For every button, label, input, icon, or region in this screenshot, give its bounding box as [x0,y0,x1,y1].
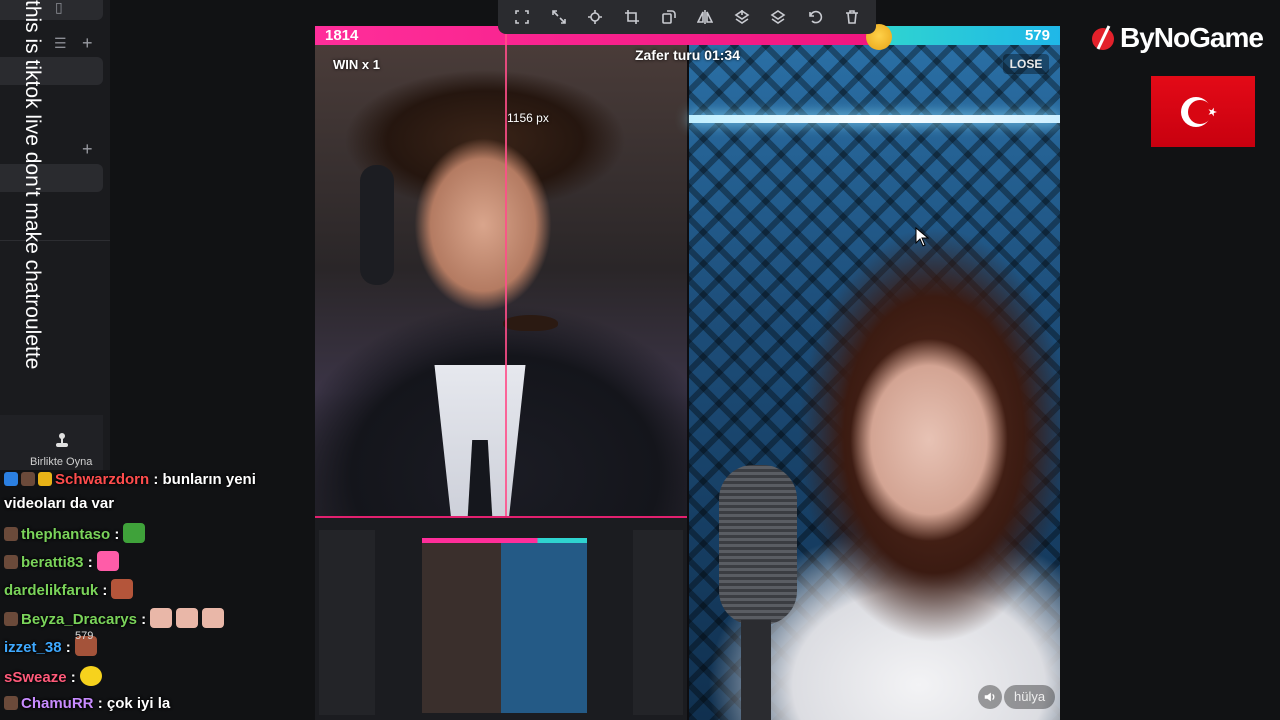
chat-message: Schwarzdorn : bunların yeni [4,470,256,490]
smiley-emote-icon [79,666,102,686]
score-left: 1814 [325,27,359,44]
overlay-caption: this is tiktok live don't make chatroule… [21,0,44,370]
mustache [503,315,558,331]
headphones [360,165,394,285]
chat-message: ChamuRR : çok iyi la [4,694,170,714]
chat-text: : [87,554,93,571]
crescent-star-icon [1181,96,1217,127]
fit-icon[interactable] [511,6,533,28]
speaker-icon [984,692,995,702]
hand-emote-icon [176,608,199,628]
undo-icon[interactable] [804,6,826,28]
list-icon[interactable]: ☰ [54,36,67,50]
led-strip [689,115,1060,123]
chat-username[interactable]: Schwarzdorn [55,471,149,488]
expand-icon[interactable] [548,6,570,28]
chat-username[interactable]: Beyza_Dracarys [21,611,137,628]
sidebar-item[interactable] [0,57,103,85]
center-icon[interactable] [584,6,606,28]
avatar-badge-icon [4,555,18,569]
chat-panel: Schwarzdorn : bunların yeni videoları da… [0,468,300,720]
avatar-badge-icon [4,696,18,710]
divider [0,240,110,241]
chat-message-continuation: videoları da var [4,495,115,512]
lose-badge: LOSE [1003,54,1049,74]
preview-battle-feed [422,543,587,713]
crop-icon[interactable] [621,6,643,28]
sidebar-item[interactable] [0,0,103,20]
score-right: 579 [1024,27,1050,44]
chat-text: : bunların yeni [153,471,256,488]
chat-username[interactable]: dardelikfaruk [4,582,98,599]
stream-canvas[interactable]: 1814 579 [315,26,1060,720]
turkey-flag [1151,76,1255,147]
brand-logo: ByNoGame [1090,22,1264,54]
mirror-icon[interactable] [694,6,716,28]
chat-message: thephantaso : [4,523,146,545]
microphone [719,465,797,625]
tank-emote-icon [123,523,146,543]
delete-icon[interactable] [841,6,863,28]
chat-username[interactable]: thephantaso [21,526,110,543]
brand-name: ByNoGame [1120,22,1264,53]
bynogame-logo-icon [1092,25,1114,50]
round-timer: Zafer turu 01:34 [634,47,741,63]
joystick-icon [56,433,68,447]
add-icon[interactable]: + [82,34,93,52]
preview-sidebar [319,530,375,715]
mouse-cursor-icon [915,227,929,247]
sidebar-item[interactable] [0,164,103,192]
chat-message: beratti83 : [4,551,119,573]
chat-text: : [114,526,120,543]
chat-text: : çok iyi la [97,695,171,712]
chat-text: : [102,582,108,599]
hand-emote-icon [202,608,225,628]
moderator-badge-icon [4,472,18,486]
alignment-guide [505,26,507,516]
layer-up-icon[interactable] [731,6,753,28]
microphone-stand [741,620,771,720]
win-streak-label: WIN x 1 [333,57,380,72]
opponent-name-tag[interactable]: hülya [1004,685,1056,709]
opponent-camera-feed [689,45,1060,720]
rotate-icon[interactable] [658,6,680,28]
face-emote-icon [111,579,134,599]
chat-message: dardelikfaruk : [4,579,134,601]
measure-label: 1156 px [507,111,549,125]
volume-button[interactable] [978,685,1002,709]
chat-username[interactable]: ChamuRR [21,695,94,712]
add-scene-icon[interactable]: + [82,140,93,158]
layer-down-icon[interactable] [767,6,789,28]
chat-text: : [65,639,71,656]
chat-message: Beyza_Dracarys : [4,608,225,630]
lock-icon[interactable]: ▯ [55,0,63,14]
chat-text: : [141,611,147,628]
hand-emote-icon [150,608,173,628]
chat-username[interactable]: izzet_38 [4,639,62,656]
heart-emote-icon [96,551,119,571]
chat-username[interactable]: beratti83 [21,554,84,571]
transform-toolbar [498,0,876,34]
avatar-badge-icon [4,527,18,541]
sidebar-panel: ▯ ☰ + + [0,0,110,470]
preview-chat [633,530,683,715]
chat-username[interactable]: sSweaze [4,669,67,686]
screen-capture-preview [315,516,687,720]
host-camera-feed [315,45,687,545]
avatar-badge-icon [4,612,18,626]
avatar-badge-icon [21,472,35,486]
chat-text: : [70,669,76,686]
chat-message: sSweaze : [4,666,102,688]
floating-count: 579 [75,630,94,642]
crown-badge-icon [38,472,52,486]
